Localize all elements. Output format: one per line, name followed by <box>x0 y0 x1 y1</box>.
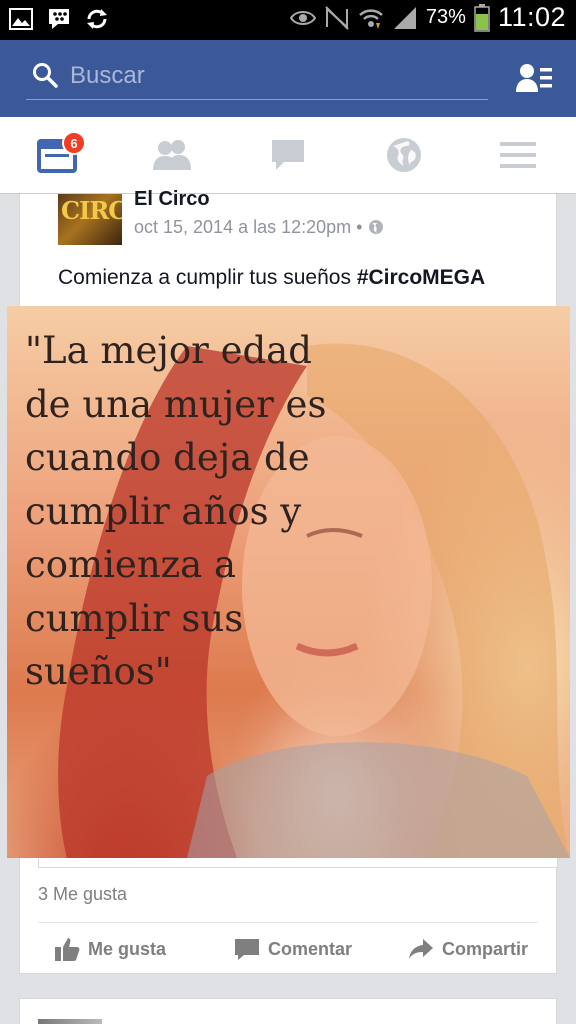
avatar-logo-text: CIRCO <box>61 196 122 225</box>
battery-percent: 73% <box>425 6 466 28</box>
post-text: Comienza a cumplir tus sueños #CircoMEGA <box>58 266 485 290</box>
post-timestamp[interactable]: oct 15, 2014 a las 12:20pm <box>134 217 351 237</box>
share-button[interactable]: Compartir <box>408 934 528 964</box>
quote-line: de una mujer es <box>25 382 327 426</box>
meta-separator: • <box>356 217 363 237</box>
friends-list-icon[interactable] <box>516 62 552 94</box>
eye-icon <box>289 10 316 25</box>
cell-signal-icon <box>393 6 416 29</box>
next-post-avatar[interactable] <box>38 1019 102 1024</box>
public-globe-icon <box>368 220 383 234</box>
search-input[interactable] <box>70 58 470 94</box>
search-header <box>0 40 576 117</box>
quote-line: "La mejor edad <box>25 329 312 372</box>
comment-icon <box>235 939 259 960</box>
globe-icon <box>387 138 421 172</box>
thumbs-up-icon <box>55 938 80 961</box>
share-icon <box>409 939 433 959</box>
messages-icon <box>272 140 304 170</box>
tab-notifications[interactable] <box>382 135 426 175</box>
photo-frame <box>38 858 558 868</box>
post-author[interactable]: El Circo <box>134 188 210 211</box>
tab-bar: 6 <box>0 117 576 194</box>
like-count[interactable]: 3 Me gusta <box>38 884 127 905</box>
tab-more[interactable] <box>496 135 540 175</box>
menu-icon <box>500 142 536 168</box>
battery-icon <box>474 3 490 32</box>
wifi-icon <box>359 8 383 29</box>
next-post-card <box>19 998 557 1024</box>
post-text-body: Comienza a cumplir tus sueños <box>58 266 357 289</box>
like-label: Me gusta <box>88 938 167 959</box>
like-button[interactable]: Me gusta <box>54 934 166 964</box>
tab-messages[interactable] <box>266 135 310 175</box>
search-icon <box>33 63 58 88</box>
quote-line: cumplir sus <box>25 596 244 640</box>
quote-line: sueños" <box>25 650 172 693</box>
tab-friend-requests[interactable] <box>150 135 194 175</box>
image-quote: "La mejor edad de una mujer es cuando de… <box>25 324 365 699</box>
sync-icon <box>87 9 107 29</box>
gallery-icon <box>9 8 33 30</box>
post-meta: oct 15, 2014 a las 12:20pm • <box>134 217 384 238</box>
clock: 11:02 <box>497 2 566 32</box>
share-label: Compartir <box>442 938 529 959</box>
quote-line: comienza a <box>25 543 237 586</box>
friend-requests-icon <box>153 140 191 170</box>
quote-line: cumplir años y <box>25 489 302 533</box>
search-bar[interactable] <box>26 54 488 100</box>
comment-label: Comentar <box>268 938 353 959</box>
divider <box>38 922 538 923</box>
avatar[interactable]: CIRCO <box>58 194 122 245</box>
notification-badge: 6 <box>62 131 86 155</box>
hashtag-link[interactable]: #CircoMEGA <box>357 266 485 289</box>
quote-line: cuando deja de <box>25 436 310 479</box>
bbm-icon <box>49 9 69 29</box>
status-bar: 73% 11:02 <box>0 0 576 40</box>
no-signal-icon <box>325 5 349 30</box>
comment-button[interactable]: Comentar <box>234 934 352 964</box>
